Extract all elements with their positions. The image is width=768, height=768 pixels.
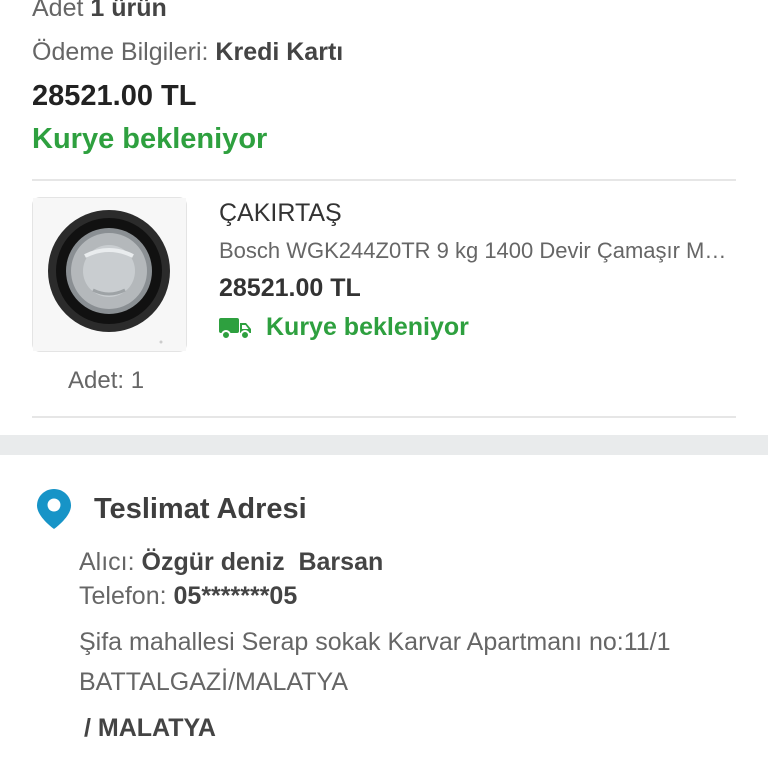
payment-info: Ödeme Bilgileri: Kredi Kartı [32, 38, 343, 67]
order-total-price: 28521.00 TL [32, 80, 197, 112]
address-line-district: BATTALGAZİ/MALATYA [79, 668, 349, 696]
order-status: Kurye bekleniyor [32, 123, 268, 155]
recipient-row: Alıcı: Özgür deniz Barsan [79, 548, 383, 577]
divider [32, 416, 736, 418]
address-line-city: / MALATYA [84, 714, 216, 742]
recipient-label: Alıcı: [79, 548, 135, 576]
item-quantity: Adet: 1 [68, 367, 145, 394]
order-quantity-label: Adet [32, 0, 84, 22]
recipient-name: Özgür deniz Barsan [141, 548, 384, 576]
divider [32, 179, 736, 181]
item-status-label: Kurye bekleniyor [266, 313, 469, 341]
payment-info-value: Kredi Kartı [215, 38, 344, 66]
washing-machine-image[interactable] [32, 197, 187, 352]
address-line-street: Şifa mahallesi Serap sokak Karvar Apartm… [79, 628, 671, 656]
phone-label: Telefon: [79, 582, 167, 610]
payment-info-label: Ödeme Bilgileri: [32, 38, 209, 66]
section-separator [0, 435, 768, 455]
delivery-address-title: Teslimat Adresi [94, 492, 307, 525]
location-pin-icon [37, 489, 71, 529]
item-status: Kurye bekleniyor [219, 313, 469, 342]
item-product-name[interactable]: Bosch WGK244Z0TR 9 kg 1400 Devir Çamaşır… [219, 238, 729, 264]
phone-value: 05*******05 [173, 582, 298, 610]
phone-row: Telefon: 05*******05 [79, 582, 297, 611]
truck-icon [219, 317, 251, 340]
item-brand: ÇAKIRTAŞ [219, 199, 342, 227]
order-quantity: Adet 1 ürün [32, 0, 167, 23]
order-quantity-value: 1 ürün [90, 0, 167, 22]
item-price: 28521.00 TL [219, 274, 361, 302]
delivery-address-header: Teslimat Adresi [36, 488, 307, 530]
